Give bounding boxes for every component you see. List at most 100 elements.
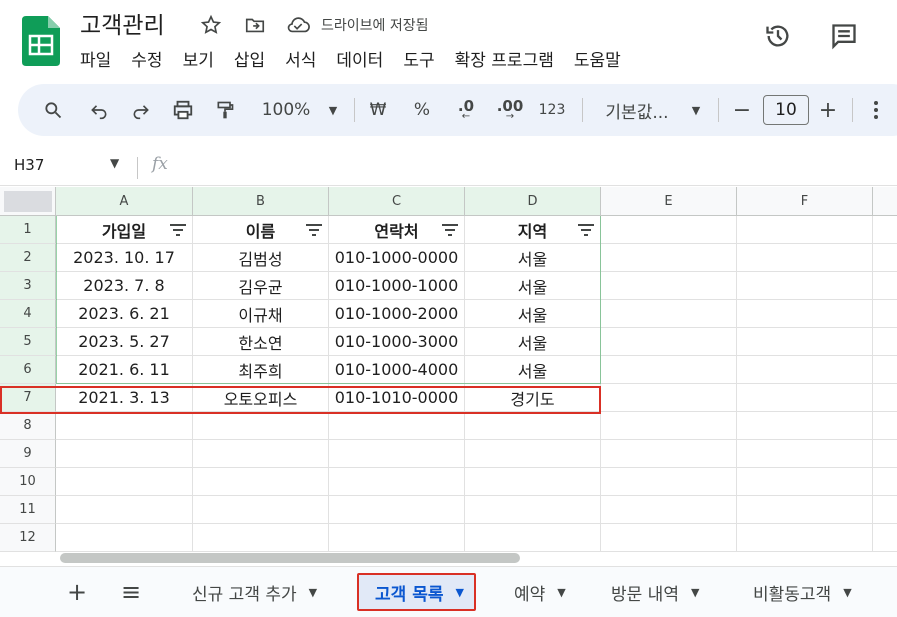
empty-cell[interactable] — [737, 356, 873, 384]
table-cell[interactable]: 한소연 — [193, 328, 329, 356]
tab-inactive-customers[interactable]: 비활동고객 ▼ — [753, 573, 852, 611]
empty-cell[interactable] — [329, 440, 465, 468]
table-cell[interactable]: 010-1000-4000 — [329, 356, 465, 384]
empty-cell[interactable] — [737, 524, 873, 552]
menu-insert[interactable]: 삽입 — [234, 46, 265, 71]
select-all-corner[interactable] — [0, 187, 56, 216]
font-select[interactable]: 기본값... — [598, 84, 676, 136]
add-sheet-button[interactable]: + — [62, 577, 92, 607]
empty-cell[interactable] — [601, 272, 737, 300]
tab-reservation[interactable]: 예약 ▼ — [514, 573, 566, 611]
empty-cell[interactable] — [737, 272, 873, 300]
empty-cell[interactable] — [193, 468, 329, 496]
column-header-c[interactable]: C — [329, 187, 465, 216]
empty-cell[interactable] — [873, 496, 897, 524]
all-sheets-button[interactable]: ≡ — [116, 577, 146, 607]
number-format-button[interactable]: 123 — [536, 84, 568, 136]
menu-tools[interactable]: 도구 — [403, 46, 434, 71]
row-header[interactable]: 5 — [0, 328, 56, 356]
table-cell[interactable]: 2021. 6. 11 — [56, 356, 193, 384]
empty-cell[interactable] — [465, 412, 601, 440]
cloud-saved-icon[interactable] — [285, 12, 311, 38]
table-cell[interactable]: 서울 — [465, 244, 601, 272]
star-icon[interactable] — [198, 12, 224, 38]
tab-dropdown-icon[interactable]: ▼ — [309, 586, 317, 599]
decrease-decimal-button[interactable]: .0 ← — [448, 84, 484, 136]
empty-cell[interactable] — [56, 440, 193, 468]
menu-data[interactable]: 데이터 — [336, 46, 383, 71]
more-options-icon[interactable] — [866, 84, 886, 136]
empty-cell[interactable] — [737, 412, 873, 440]
row-header[interactable]: 10 — [0, 468, 56, 496]
filter-icon[interactable] — [442, 224, 458, 236]
column-header-d[interactable]: D — [465, 187, 601, 216]
column-header-a[interactable]: A — [56, 187, 193, 216]
tab-dropdown-icon[interactable]: ▼ — [557, 586, 565, 599]
redo-icon[interactable] — [126, 84, 156, 136]
empty-cell[interactable] — [56, 412, 193, 440]
empty-cell[interactable] — [601, 244, 737, 272]
filter-icon[interactable] — [306, 224, 322, 236]
empty-cell[interactable] — [873, 272, 897, 300]
spreadsheet-grid[interactable]: A B C D E F 1 2 3 4 5 6 7 8 9 10 11 12 가… — [0, 187, 897, 555]
table-cell[interactable]: 이규채 — [193, 300, 329, 328]
version-history-icon[interactable] — [760, 18, 796, 54]
table-cell[interactable]: 서울 — [465, 328, 601, 356]
table-cell[interactable]: 2023. 7. 8 — [56, 272, 193, 300]
empty-cell[interactable] — [873, 440, 897, 468]
empty-cell[interactable] — [601, 384, 737, 412]
empty-cell[interactable] — [56, 524, 193, 552]
empty-cell[interactable] — [601, 468, 737, 496]
empty-cell[interactable] — [737, 440, 873, 468]
currency-format-button[interactable]: ₩ — [366, 84, 390, 136]
empty-cell[interactable] — [873, 356, 897, 384]
tab-dropdown-icon[interactable]: ▼ — [691, 586, 699, 599]
empty-cell[interactable] — [873, 384, 897, 412]
empty-cell[interactable] — [601, 440, 737, 468]
name-box[interactable]: H37 — [14, 156, 44, 174]
empty-cell[interactable] — [737, 300, 873, 328]
percent-format-button[interactable]: % — [410, 84, 434, 136]
document-title[interactable]: 고객관리 — [80, 6, 165, 40]
table-cell[interactable]: 최주희 — [193, 356, 329, 384]
table-cell[interactable]: 010-1000-1000 — [329, 272, 465, 300]
empty-cell[interactable] — [601, 412, 737, 440]
empty-cell[interactable] — [737, 216, 873, 244]
table-cell[interactable]: 서울 — [465, 300, 601, 328]
empty-cell[interactable] — [601, 300, 737, 328]
empty-cell[interactable] — [193, 412, 329, 440]
row-header[interactable]: 4 — [0, 300, 56, 328]
table-cell[interactable]: 2023. 6. 21 — [56, 300, 193, 328]
menu-file[interactable]: 파일 — [80, 46, 111, 71]
table-header-cell[interactable]: 연락처 — [329, 216, 465, 244]
empty-cell[interactable] — [601, 216, 737, 244]
table-cell[interactable]: 010-1000-3000 — [329, 328, 465, 356]
name-box-dropdown-icon[interactable]: ▼ — [110, 156, 119, 170]
empty-cell[interactable] — [601, 328, 737, 356]
tab-customer-list[interactable]: 고객 목록 ▼ — [357, 573, 476, 611]
row-header[interactable]: 1 — [0, 216, 56, 244]
empty-cell[interactable] — [873, 216, 897, 244]
font-size-increase-button[interactable]: + — [816, 84, 840, 136]
empty-cell[interactable] — [329, 412, 465, 440]
empty-cell[interactable] — [193, 496, 329, 524]
empty-cell[interactable] — [737, 468, 873, 496]
increase-decimal-button[interactable]: .00 → — [492, 84, 528, 136]
row-header[interactable]: 8 — [0, 412, 56, 440]
empty-cell[interactable] — [465, 496, 601, 524]
row-header[interactable]: 7 — [0, 384, 56, 412]
table-cell[interactable]: 2021. 3. 13 — [56, 384, 193, 412]
filter-icon[interactable] — [578, 224, 594, 236]
row-header[interactable]: 6 — [0, 356, 56, 384]
empty-cell[interactable] — [193, 524, 329, 552]
empty-cell[interactable] — [873, 468, 897, 496]
print-icon[interactable] — [168, 84, 198, 136]
table-cell[interactable]: 010-1010-0000 — [329, 384, 465, 412]
empty-cell[interactable] — [465, 440, 601, 468]
table-cell[interactable]: 010-1000-2000 — [329, 300, 465, 328]
table-cell[interactable]: 010-1000-0000 — [329, 244, 465, 272]
menu-help[interactable]: 도움말 — [574, 46, 621, 71]
empty-cell[interactable] — [56, 468, 193, 496]
empty-cell[interactable] — [193, 440, 329, 468]
font-size-decrease-button[interactable]: − — [730, 84, 754, 136]
